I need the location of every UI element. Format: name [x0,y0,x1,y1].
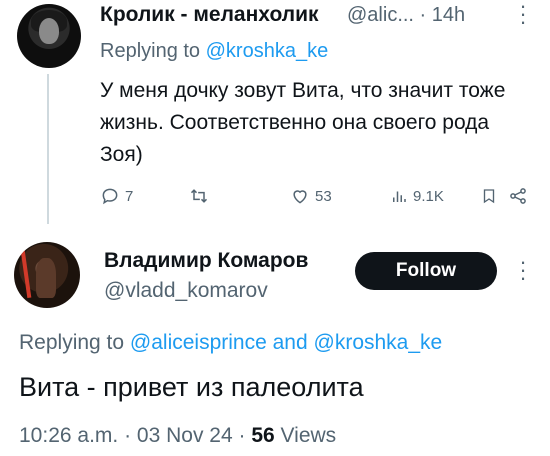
like-icon [293,190,307,204]
separator: · [238,424,246,447]
follow-button[interactable]: Follow [355,252,497,290]
mention-link[interactable]: @kroshka_ke [314,331,443,354]
views-icon [393,191,406,202]
action-bar: 7 53 9.1K [100,186,540,210]
replying-to: Replying to @kroshka_ke [100,40,328,63]
views-label: Views [280,424,337,447]
tweet-text: У меня дочку зовут Вита, что значит тоже… [100,79,506,166]
share-icon [510,188,526,204]
views-count: 9.1K [413,187,444,205]
author-name[interactable]: Кролик - меланхолик [100,3,319,27]
thread-line [47,74,49,224]
author-handle-time: @alic... · 14h [347,4,465,27]
replying-and: and [272,331,308,354]
like-button[interactable]: 53 [290,186,332,206]
reply-count: 7 [125,187,134,205]
author-name[interactable]: Владимир Комаров [104,249,308,273]
replying-to: Replying to @aliceisprince and @kroshka_… [19,331,442,355]
retweet-button[interactable] [188,186,215,206]
retweet-icon [190,189,208,203]
like-count: 53 [315,187,332,205]
tweet-time[interactable]: 14h [432,4,465,26]
more-icon[interactable]: · · · [512,251,534,289]
views-count: 56 [251,424,275,447]
replying-prefix: Replying to [100,40,201,62]
bookmark-button[interactable] [480,186,498,206]
share-button[interactable] [508,186,528,206]
separator: · [124,424,132,447]
more-icon[interactable]: · · · [512,0,534,33]
views-button[interactable]: 9.1K [390,186,444,206]
author-handle[interactable]: @alic... [347,4,414,26]
tweet-date[interactable]: 03 Nov 24 [137,424,233,447]
author-handle[interactable]: @vladd_komarov [104,279,268,303]
mention-link[interactable]: @kroshka_ke [206,40,329,62]
tweet-meta: 10:26 a.m. · 03 Nov 24 · 56 Views [19,424,336,448]
mention-link[interactable]: @aliceisprince [130,331,267,354]
replying-prefix: Replying to [19,331,125,354]
reply-button[interactable]: 7 [100,186,133,206]
tweet-time[interactable]: 10:26 a.m. [19,424,118,447]
reply-icon [102,188,118,205]
avatar[interactable] [17,4,81,68]
separator: · [419,4,427,26]
avatar[interactable] [14,242,80,308]
bookmark-icon [483,189,495,204]
tweet-text: Вита - привет из палеолита [19,372,364,402]
